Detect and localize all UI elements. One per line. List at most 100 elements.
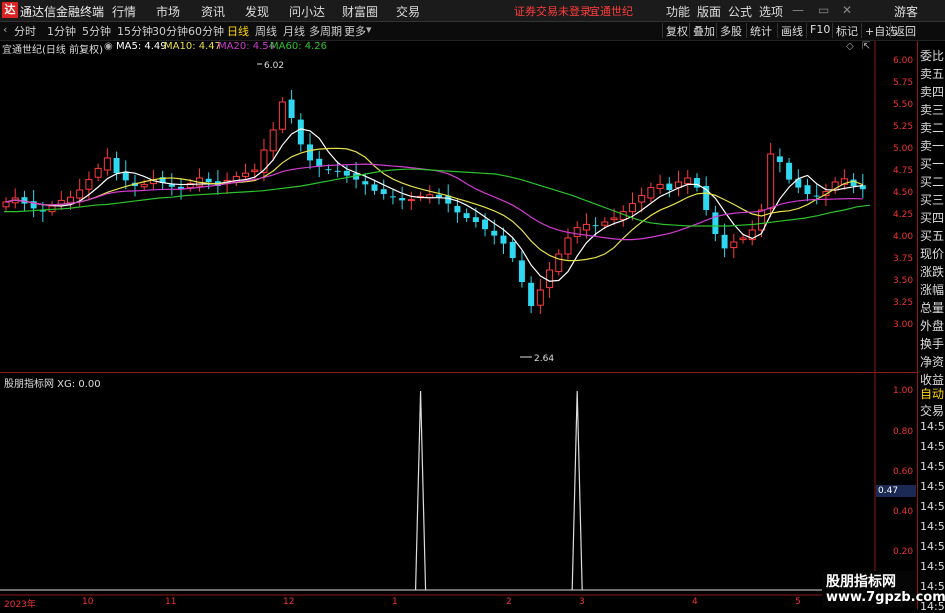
candle-body bbox=[684, 177, 692, 185]
candle-body bbox=[491, 230, 498, 236]
ind-tick: 0.20 bbox=[893, 547, 914, 557]
date-tick: 3 bbox=[579, 597, 585, 607]
candle-body bbox=[389, 196, 396, 198]
candle-body bbox=[94, 167, 102, 178]
trade-time: 14:56 bbox=[920, 500, 945, 513]
candle-body bbox=[362, 181, 369, 185]
quote-label: 买五 bbox=[920, 229, 945, 243]
quote-label: 换手 bbox=[920, 337, 945, 351]
candle-body bbox=[260, 149, 268, 173]
trade-label[interactable]: 交易 bbox=[920, 402, 944, 419]
candle-body bbox=[666, 183, 673, 190]
candle-body bbox=[140, 183, 148, 188]
candle-body bbox=[528, 282, 535, 306]
candle-body bbox=[546, 269, 554, 289]
trade-time: 14:56 bbox=[920, 560, 945, 573]
trade-time: 14:56 bbox=[920, 460, 945, 473]
auto-label[interactable]: 自动 bbox=[920, 385, 944, 402]
candle-body bbox=[573, 227, 581, 237]
ma-lines bbox=[4, 128, 871, 282]
candle-body bbox=[555, 253, 563, 273]
date-tick: 12 bbox=[283, 597, 295, 607]
date-tick: 11 bbox=[165, 597, 177, 607]
quote-label: 涨幅 bbox=[920, 283, 945, 297]
signal-spike bbox=[414, 390, 427, 591]
candle-body bbox=[482, 219, 489, 230]
quote-panel: 委比 卖五 卖四 卖三 卖二 卖一 买一 买二 买三 买四 买五 现价 涨跌 涨幅 总量 外盘 换手 净资 收益 自… bbox=[917, 41, 945, 613]
low-price-label: 2.64 bbox=[534, 354, 554, 364]
candle-body bbox=[776, 156, 783, 162]
candle-body bbox=[325, 169, 332, 171]
candle-body bbox=[786, 162, 793, 180]
date-tick: 5 bbox=[795, 597, 801, 607]
candle-body bbox=[113, 158, 120, 174]
trade-time: 14:56 bbox=[920, 440, 945, 453]
quote-label: 净资 bbox=[920, 355, 945, 369]
candle-body bbox=[638, 195, 646, 203]
ind-tick: 1.00 bbox=[893, 386, 914, 396]
quote-label: 买三 bbox=[920, 193, 945, 207]
candle-body bbox=[334, 170, 341, 172]
candle-body bbox=[536, 289, 544, 306]
quote-label: 卖一 bbox=[920, 139, 945, 153]
pane-separator[interactable] bbox=[0, 372, 917, 373]
candle-body bbox=[610, 217, 618, 221]
candle-body bbox=[205, 178, 212, 182]
candle-body bbox=[103, 157, 111, 171]
current-value-box: 0.47 bbox=[876, 485, 916, 497]
candle-body bbox=[509, 242, 516, 258]
trade-time: 14:56 bbox=[920, 520, 945, 533]
high-price-label: 6.02 bbox=[264, 61, 284, 71]
candle-body bbox=[251, 169, 259, 173]
ind-tick: 0.80 bbox=[893, 427, 914, 437]
date-tick: 2023年 bbox=[4, 600, 36, 610]
candle-body bbox=[592, 225, 599, 227]
signal-spike bbox=[571, 390, 583, 591]
candle-body bbox=[436, 194, 442, 198]
candle-body bbox=[242, 172, 250, 177]
candle-body bbox=[371, 184, 378, 191]
quote-label: 卖二 bbox=[920, 121, 945, 135]
candle-body bbox=[804, 185, 811, 194]
quote-label: 买一 bbox=[920, 157, 945, 171]
candle-body bbox=[582, 223, 590, 231]
candle-body bbox=[767, 153, 775, 209]
watermark: 股朋指标网 www.7gpzb.com bbox=[822, 571, 945, 607]
candle-body bbox=[500, 235, 507, 244]
quote-label: 买二 bbox=[920, 175, 945, 189]
quote-label: 外盘 bbox=[920, 319, 945, 333]
candle-body bbox=[813, 195, 820, 197]
quote-label: 总量 bbox=[920, 301, 945, 315]
candle-body bbox=[269, 129, 277, 152]
trade-time: 14:56 bbox=[920, 480, 945, 493]
quote-label: 卖五 bbox=[920, 67, 945, 81]
candle-body bbox=[66, 196, 74, 204]
quote-label: 委比 bbox=[920, 49, 945, 63]
signal-group bbox=[0, 390, 875, 591]
candle-body bbox=[399, 198, 406, 201]
candle-body bbox=[380, 189, 387, 194]
candle-body bbox=[407, 199, 415, 202]
candle-body bbox=[628, 203, 636, 213]
candle-body bbox=[721, 234, 728, 249]
trade-time: 14:56 bbox=[920, 540, 945, 553]
candle-body bbox=[463, 213, 470, 218]
candle-body bbox=[472, 217, 479, 222]
candle-body bbox=[2, 201, 10, 208]
quote-label: 买四 bbox=[920, 211, 945, 225]
candle-body bbox=[757, 209, 765, 231]
candle-body bbox=[656, 183, 664, 189]
candle-body bbox=[518, 260, 525, 282]
candle-group bbox=[2, 90, 866, 314]
date-tick: 2 bbox=[506, 597, 512, 607]
candle-body bbox=[601, 221, 609, 226]
candle-body bbox=[297, 119, 304, 145]
candle-body bbox=[76, 189, 84, 199]
date-tick: 10 bbox=[82, 597, 94, 607]
indicator-label: 股朋指标网 XG: 0.00 bbox=[4, 379, 101, 390]
watermark-line1: 股朋指标网 bbox=[826, 574, 896, 590]
ind-tick: 0.40 bbox=[893, 507, 914, 517]
kline-chart[interactable]: 2.64 6.02 bbox=[0, 0, 917, 609]
candle-body bbox=[307, 144, 314, 161]
candle-body bbox=[647, 187, 655, 199]
